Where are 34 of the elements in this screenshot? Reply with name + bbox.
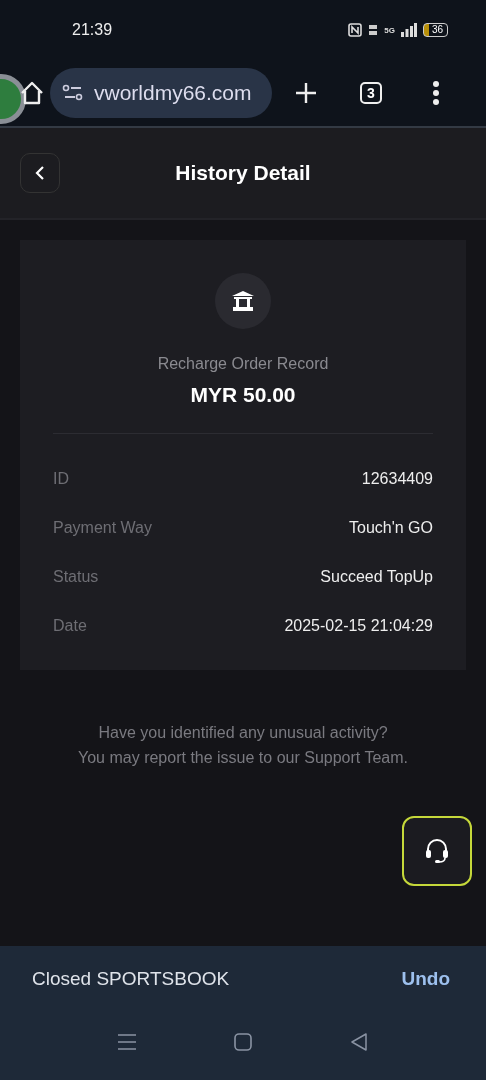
record-type: Recharge Order Record xyxy=(157,355,329,373)
detail-label: Status xyxy=(53,567,99,586)
new-tab-icon[interactable] xyxy=(294,81,318,105)
back-button[interactable] xyxy=(20,153,60,193)
signal-icon xyxy=(400,23,417,37)
battery-indicator: 36 xyxy=(422,23,448,37)
headset-icon xyxy=(423,837,451,865)
detail-label: Payment Way xyxy=(53,518,152,537)
nfc-icon xyxy=(348,23,363,37)
support-button[interactable] xyxy=(402,816,472,886)
back-nav-icon[interactable] xyxy=(350,1033,368,1051)
home-nav-icon[interactable] xyxy=(234,1033,252,1051)
detail-value: 2025-02-15 21:04:29 xyxy=(284,616,433,635)
page-title: History Detail xyxy=(174,161,312,185)
site-settings-icon[interactable] xyxy=(62,83,84,103)
url-text: vworldmy66.com xyxy=(94,81,252,105)
menu-icon[interactable] xyxy=(432,80,440,106)
notice-text: Have you identified any unusual activity? xyxy=(98,723,388,743)
detail-value: Succeed TopUp xyxy=(320,567,433,586)
snackbar-message: Closed SPORTSBOOK xyxy=(32,968,230,990)
address-bar[interactable]: vworldmy66.com xyxy=(50,68,272,118)
recents-icon[interactable] xyxy=(118,1034,136,1050)
notice-text: You may report the issue to our Support Team. xyxy=(78,748,408,768)
detail-label: Date xyxy=(53,616,87,635)
status-time: 21:39 xyxy=(72,21,113,39)
bank-icon xyxy=(232,291,254,311)
tab-count-button[interactable]: 3 xyxy=(360,82,382,104)
detail-label: ID xyxy=(53,469,69,488)
chevron-left-icon xyxy=(34,165,46,181)
network-label: 5G xyxy=(384,25,395,35)
amount: MYR 50.00 xyxy=(190,383,296,407)
detail-value: 12634409 xyxy=(361,469,433,488)
undo-button[interactable]: Undo xyxy=(401,968,450,990)
detail-value: Touch'n GO xyxy=(349,518,433,537)
